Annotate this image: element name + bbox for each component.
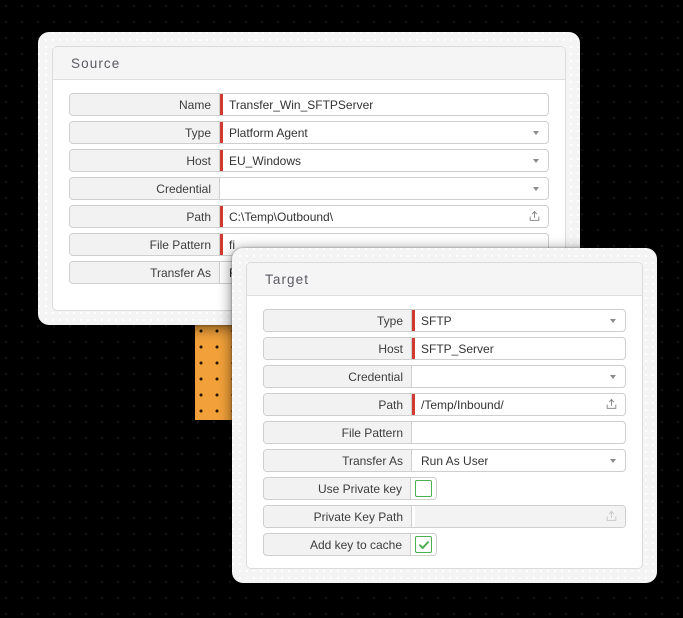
source-label-type: Type — [70, 122, 220, 143]
source-input-path[interactable]: C:\Temp\Outbound\ — [223, 206, 524, 227]
target-input-host[interactable]: SFTP_Server — [415, 338, 625, 359]
chevron-down-icon — [533, 130, 539, 135]
target-input-credential[interactable] — [415, 366, 605, 387]
source-row-path: Path C:\Temp\Outbound\ — [69, 205, 549, 228]
target-row-host: Host SFTP_Server — [263, 337, 626, 360]
target-label-path: Path — [264, 394, 412, 415]
orange-accent-block — [195, 325, 233, 420]
upload-icon — [606, 511, 616, 521]
source-value-host: EU_Windows — [229, 153, 302, 168]
source-label-credential: Credential — [70, 178, 220, 199]
target-panel: Target Type SFTP Host SFTP_Server Credential… — [246, 262, 643, 569]
check-icon — [418, 540, 429, 549]
chevron-down-icon — [610, 374, 616, 379]
chevron-down-icon — [610, 318, 616, 323]
source-value-path: C:\Temp\Outbound\ — [229, 209, 334, 224]
target-checkbox-cell-use-private-key[interactable] — [411, 477, 437, 500]
source-row-credential: Credential — [69, 177, 549, 200]
target-checkbox-use-private-key[interactable] — [415, 480, 432, 497]
target-dropdown-arrow-type[interactable] — [605, 310, 625, 331]
target-value-transfer-as: Run As User — [421, 453, 489, 468]
target-checkbox-cell-add-key-to-cache[interactable] — [411, 533, 437, 556]
source-dropdown-arrow-credential[interactable] — [528, 178, 548, 199]
target-input-type[interactable]: SFTP — [415, 310, 605, 331]
chevron-down-icon — [533, 186, 539, 191]
source-value-name: Transfer_Win_SFTPServer — [229, 97, 374, 112]
target-input-path[interactable]: /Temp/Inbound/ — [415, 394, 601, 415]
target-row-type: Type SFTP — [263, 309, 626, 332]
target-dropdown-arrow-transfer-as[interactable] — [605, 450, 625, 471]
target-label-private-key-path: Private Key Path — [264, 506, 412, 527]
target-row-file-pattern: File Pattern — [263, 421, 626, 444]
target-panel-title: Target — [265, 271, 310, 287]
target-card[interactable]: Target Type SFTP Host SFTP_Server Credential… — [232, 248, 657, 583]
source-label-transfer-as: Transfer As — [70, 262, 220, 283]
target-label-credential: Credential — [264, 366, 412, 387]
chevron-down-icon — [533, 158, 539, 163]
source-input-type[interactable]: Platform Agent — [223, 122, 528, 143]
target-input-transfer-as[interactable]: Run As User — [415, 450, 605, 471]
source-label-path: Path — [70, 206, 220, 227]
source-panel-header: Source — [53, 47, 565, 80]
upload-icon — [529, 211, 539, 221]
target-panel-header: Target — [247, 263, 642, 296]
target-input-private-key-path[interactable] — [415, 506, 601, 527]
source-value-file-pattern: fi — [229, 237, 235, 252]
target-dropdown-arrow-credential[interactable] — [605, 366, 625, 387]
target-input-file-pattern[interactable] — [415, 422, 625, 443]
target-fields-list: Type SFTP Host SFTP_Server Credential Path/Te… — [247, 296, 642, 568]
source-row-name: Name Transfer_Win_SFTPServer — [69, 93, 549, 116]
source-row-host: Host EU_Windows — [69, 149, 549, 172]
target-row-transfer-as: Transfer As Run As User — [263, 449, 626, 472]
source-value-type: Platform Agent — [229, 125, 308, 140]
target-browse-button-private-key-path[interactable] — [601, 506, 625, 527]
target-label-file-pattern: File Pattern — [264, 422, 412, 443]
chevron-down-icon — [610, 458, 616, 463]
target-row-add-key-to-cache: Add key to cache — [263, 533, 626, 556]
target-row-private-key-path: Private Key Path — [263, 505, 626, 528]
target-label-use-private-key: Use Private key — [263, 477, 411, 500]
target-row-use-private-key: Use Private key — [263, 477, 626, 500]
target-label-host: Host — [264, 338, 412, 359]
source-browse-button-path[interactable] — [524, 206, 548, 227]
source-input-credential[interactable] — [223, 178, 528, 199]
source-label-name: Name — [70, 94, 220, 115]
source-dropdown-arrow-type[interactable] — [528, 122, 548, 143]
target-value-path: /Temp/Inbound/ — [421, 397, 504, 412]
source-label-host: Host — [70, 150, 220, 171]
target-row-path: Path/Temp/Inbound/ — [263, 393, 626, 416]
target-browse-button-path[interactable] — [601, 394, 625, 415]
target-label-add-key-to-cache: Add key to cache — [263, 533, 411, 556]
target-label-type: Type — [264, 310, 412, 331]
source-panel-title: Source — [71, 55, 121, 71]
source-input-host[interactable]: EU_Windows — [223, 150, 528, 171]
source-dropdown-arrow-host[interactable] — [528, 150, 548, 171]
target-value-type: SFTP — [421, 313, 452, 328]
target-checkbox-add-key-to-cache[interactable] — [415, 536, 432, 553]
upload-icon — [606, 399, 616, 409]
target-value-host: SFTP_Server — [421, 341, 494, 356]
source-label-file-pattern: File Pattern — [70, 234, 220, 255]
target-label-transfer-as: Transfer As — [264, 450, 412, 471]
source-input-name[interactable]: Transfer_Win_SFTPServer — [223, 94, 548, 115]
source-row-type: Type Platform Agent — [69, 121, 549, 144]
target-row-credential: Credential — [263, 365, 626, 388]
